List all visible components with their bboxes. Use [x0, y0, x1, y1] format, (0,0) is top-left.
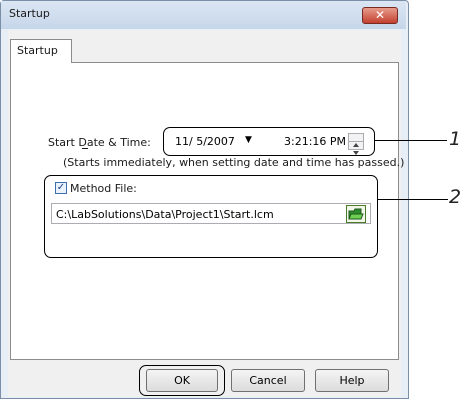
- callout-box-ok: [139, 365, 225, 396]
- browse-button[interactable]: [346, 205, 366, 223]
- method-file-path: C:\LabSolutions\Data\Project1\Start.lcm: [56, 208, 274, 221]
- method-file-label: Method File:: [70, 182, 137, 195]
- callout-box-1: [163, 127, 375, 156]
- help-button[interactable]: Help: [315, 369, 389, 392]
- callout-line-2: [378, 199, 448, 200]
- accelerator-underline-d: [82, 148, 88, 149]
- close-icon: ✕: [374, 8, 386, 22]
- start-date-time-label: Start Date & Time:: [48, 136, 151, 149]
- callout-line-1: [375, 140, 447, 141]
- method-file-path-field[interactable]: C:\LabSolutions\Data\Project1\Start.lcm: [51, 203, 371, 224]
- title-bar[interactable]: [1, 1, 406, 29]
- tab-startup[interactable]: Startup: [10, 39, 72, 63]
- checkmark-icon: ✓: [56, 182, 66, 193]
- close-button[interactable]: ✕: [362, 7, 398, 24]
- window-title: Startup: [9, 7, 50, 20]
- start-note: (Starts immediately, when setting date a…: [63, 156, 405, 169]
- folder-open-icon: [348, 208, 364, 220]
- callout-number-1: 1: [449, 128, 462, 150]
- cancel-button[interactable]: Cancel: [231, 369, 305, 392]
- callout-number-2: 2: [449, 186, 462, 208]
- method-file-checkbox[interactable]: ✓: [55, 182, 67, 194]
